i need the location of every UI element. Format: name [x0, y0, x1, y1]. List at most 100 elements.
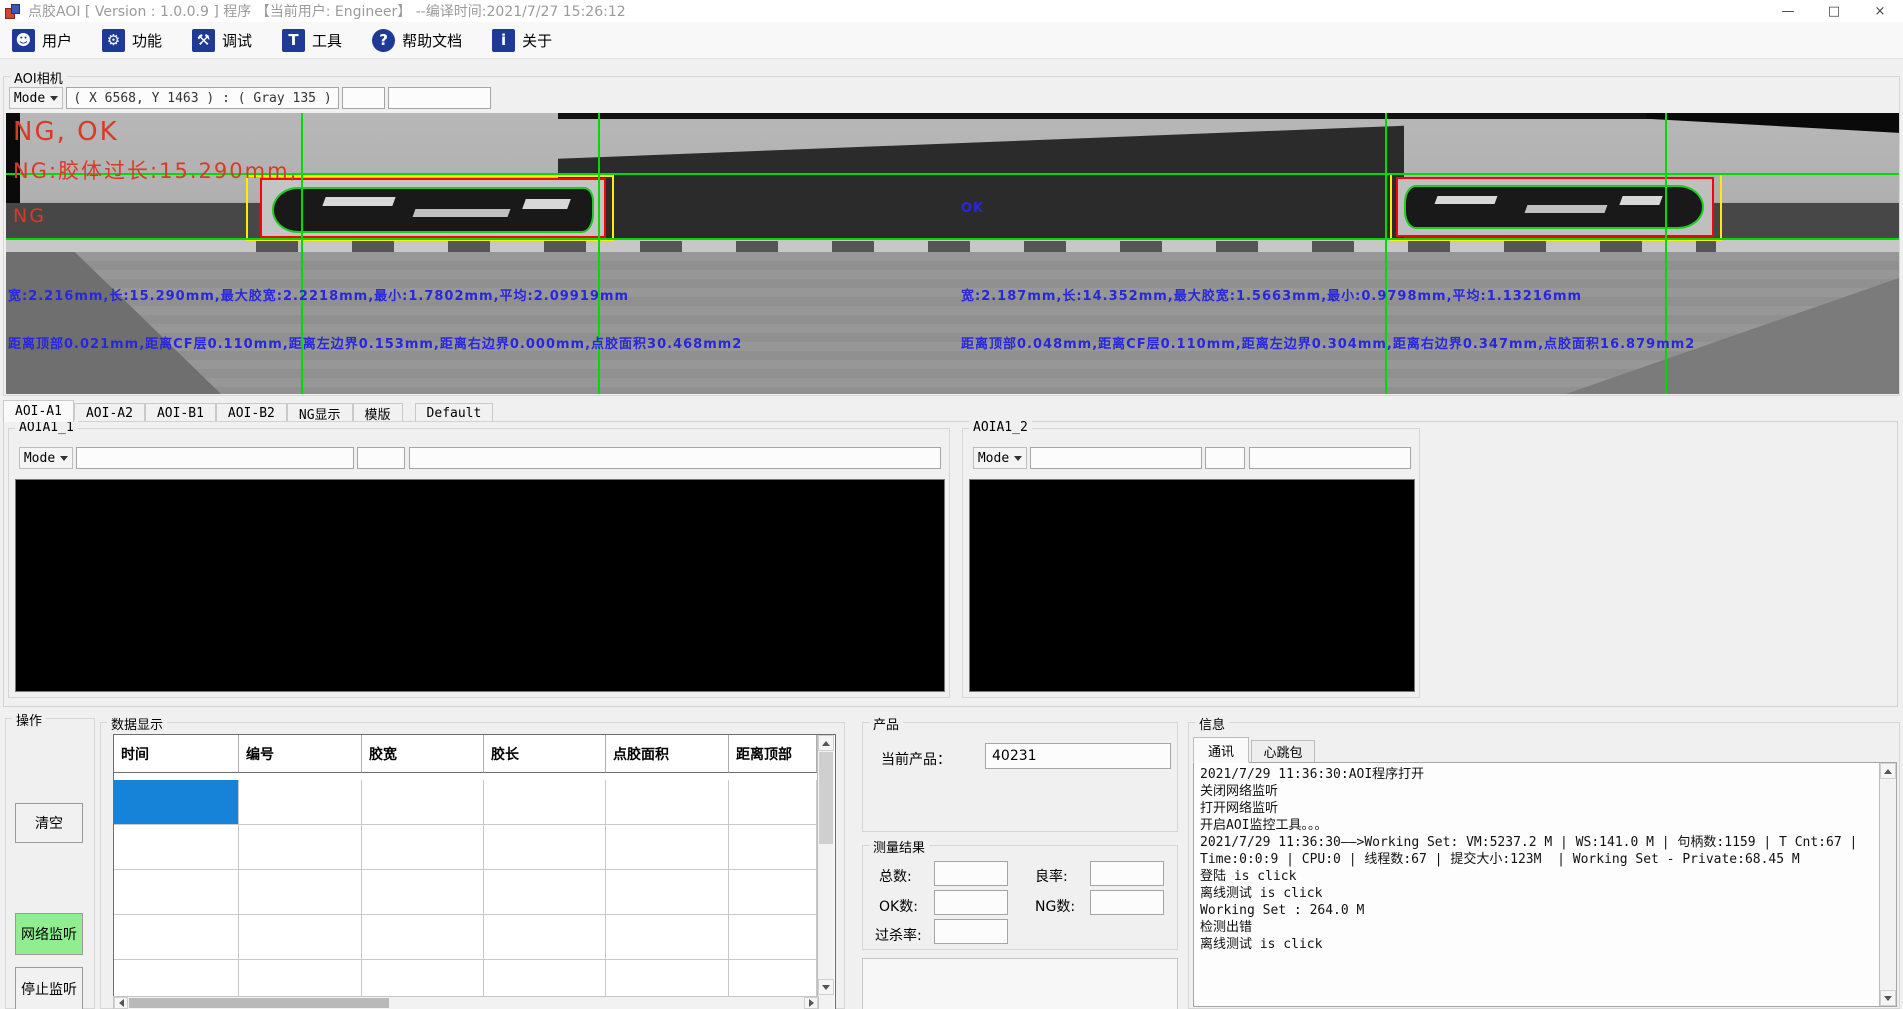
scroll-right-arrow[interactable]: [804, 997, 818, 1009]
log-vertical-scrollbar[interactable]: [1879, 763, 1896, 1006]
menu-item-function[interactable]: ⚙ 功能: [102, 29, 162, 52]
log-scroll-up-arrow[interactable]: [1880, 763, 1896, 779]
clear-button[interactable]: 清空: [15, 803, 83, 843]
tab-communication[interactable]: 通讯: [1193, 737, 1249, 763]
menu-item-debug[interactable]: ⚒ 调试: [192, 29, 252, 52]
aoia1-2-field-1[interactable]: [1030, 447, 1202, 469]
table-cell[interactable]: [239, 825, 362, 870]
menu-item-help[interactable]: ? 帮助文档: [372, 29, 462, 52]
ng-count-field[interactable]: [1090, 890, 1164, 915]
camera-field-right[interactable]: [388, 87, 491, 109]
measure-group-label: 测量结果: [869, 837, 929, 856]
table-cell[interactable]: [114, 825, 239, 870]
yield-field[interactable]: [1090, 861, 1164, 886]
column-header-glue-area[interactable]: 点胶面积: [606, 735, 729, 773]
aoi-camera-group: AOI相机 Mode ( X 6568, Y 1463 ) : ( Gray 1…: [3, 76, 1900, 396]
table-cell[interactable]: [114, 870, 239, 915]
table-cell[interactable]: [362, 870, 484, 915]
table-cell[interactable]: [606, 825, 729, 870]
menu-item-user[interactable]: ☻ 用户: [12, 29, 72, 52]
table-vertical-scrollbar[interactable]: [817, 735, 834, 1009]
camera-view[interactable]: NG, OK NG:胶体过长:15.290mm, NG OK 宽:2.216mm…: [6, 113, 1899, 394]
log-scroll-down-arrow[interactable]: [1880, 990, 1896, 1006]
table-cell[interactable]: [239, 780, 362, 825]
product-group-label: 产品: [869, 714, 903, 733]
selected-cell[interactable]: [114, 780, 239, 825]
aoia1-1-field-2[interactable]: [357, 447, 405, 469]
table-hscroll-thumb[interactable]: [129, 998, 389, 1008]
close-button[interactable]: ×: [1857, 0, 1903, 22]
tab-ng-display[interactable]: NG显示: [287, 403, 353, 422]
table-cell[interactable]: [606, 915, 729, 960]
column-header-distance-top[interactable]: 距离顶部: [729, 735, 817, 773]
network-listen-button[interactable]: 网络监听: [15, 913, 83, 955]
yield-label: 良率:: [1035, 866, 1068, 886]
aoia1-1-image-view[interactable]: [15, 479, 945, 692]
menu-item-tools[interactable]: T 工具: [282, 29, 342, 52]
table-cell[interactable]: [484, 870, 606, 915]
info-group: 信息 通讯 心跳包 2021/7/29 11:36:30:AOI程序打开 关闭网…: [1188, 722, 1900, 1009]
ok-count-field[interactable]: [934, 890, 1008, 915]
scroll-down-arrow[interactable]: [818, 979, 834, 995]
overkill-field[interactable]: [934, 919, 1008, 944]
stop-listen-button[interactable]: 停止监听: [15, 967, 83, 1009]
left-stats-line2: 距离顶部0.021mm,距离CF层0.110mm,距离左边界0.153mm,距离…: [8, 333, 742, 352]
current-product-field[interactable]: 40231: [985, 743, 1171, 769]
tab-heartbeat[interactable]: 心跳包: [1251, 740, 1315, 763]
aoia1-2-field-2[interactable]: [1205, 447, 1245, 469]
tab-aoi-b1[interactable]: AOI-B1: [145, 403, 216, 422]
table-cell[interactable]: [114, 915, 239, 960]
aoia1-2-image-view[interactable]: [969, 479, 1415, 692]
column-header-time[interactable]: 时间: [114, 735, 239, 773]
menu-item-about[interactable]: i 关于: [492, 29, 552, 52]
table-cell[interactable]: [362, 825, 484, 870]
table-cell[interactable]: [729, 870, 817, 915]
table-cell[interactable]: [606, 870, 729, 915]
tab-template[interactable]: 模版: [353, 403, 403, 422]
communication-log[interactable]: 2021/7/29 11:36:30:AOI程序打开 关闭网络监听 打开网络监听…: [1193, 762, 1897, 1007]
table-cell[interactable]: [484, 915, 606, 960]
camera-coordinate-readout[interactable]: ( X 6568, Y 1463 ) : ( Gray 135 ): [66, 87, 339, 109]
aoia1-1-field-3[interactable]: [409, 447, 941, 469]
aoia1-2-mode-dropdown[interactable]: Mode: [973, 447, 1027, 469]
table-cell[interactable]: [362, 915, 484, 960]
table-cell[interactable]: [729, 915, 817, 960]
operation-group-label: 操作: [12, 710, 46, 729]
current-product-label: 当前产品：: [881, 749, 951, 769]
ok-count-label: OK数:: [879, 896, 918, 916]
mode-label: Mode: [24, 451, 55, 466]
tab-aoi-b2[interactable]: AOI-B2: [216, 403, 287, 422]
column-header-glue-width[interactable]: 胶宽: [362, 735, 484, 773]
scroll-up-arrow[interactable]: [818, 735, 834, 751]
aoia1-1-mode-dropdown[interactable]: Mode: [19, 447, 73, 469]
tab-default[interactable]: Default: [415, 403, 494, 422]
minimize-button[interactable]: —: [1765, 0, 1811, 22]
table-cell[interactable]: [729, 825, 817, 870]
aoia1-2-field-3[interactable]: [1249, 447, 1411, 469]
total-field[interactable]: [934, 861, 1008, 886]
bottom-empty-panel: [862, 958, 1178, 1009]
table-cell[interactable]: [484, 780, 606, 825]
scroll-left-arrow[interactable]: [114, 997, 128, 1009]
tab-aoi-a1[interactable]: AOI-A1: [3, 400, 74, 422]
log-text: 2021/7/29 11:36:30:AOI程序打开 关闭网络监听 打开网络监听…: [1194, 763, 1896, 956]
table-cell[interactable]: [239, 915, 362, 960]
table-cell[interactable]: [239, 870, 362, 915]
table-cell[interactable]: [362, 780, 484, 825]
application-window: 点胶AOI [ Version : 1.0.0.9 ] 程序 【当前用户: En…: [0, 0, 1903, 1009]
camera-mode-dropdown[interactable]: Mode: [9, 87, 63, 109]
column-header-glue-length[interactable]: 胶长: [484, 735, 606, 773]
maximize-button[interactable]: □: [1811, 0, 1857, 22]
tab-aoi-a2[interactable]: AOI-A2: [74, 403, 145, 422]
column-header-id[interactable]: 编号: [239, 735, 362, 773]
mode-label: Mode: [978, 451, 1009, 466]
table-horizontal-scrollbar[interactable]: [113, 996, 819, 1009]
table-cell[interactable]: [729, 780, 817, 825]
aoia1-1-field-1[interactable]: [76, 447, 354, 469]
table-cell[interactable]: [484, 825, 606, 870]
table-scroll-thumb[interactable]: [819, 752, 833, 844]
table-cell[interactable]: [606, 780, 729, 825]
user-icon: ☻: [12, 29, 35, 52]
aoia1-2-label: AOIA1_2: [969, 420, 1032, 435]
camera-field-small[interactable]: [342, 87, 385, 109]
